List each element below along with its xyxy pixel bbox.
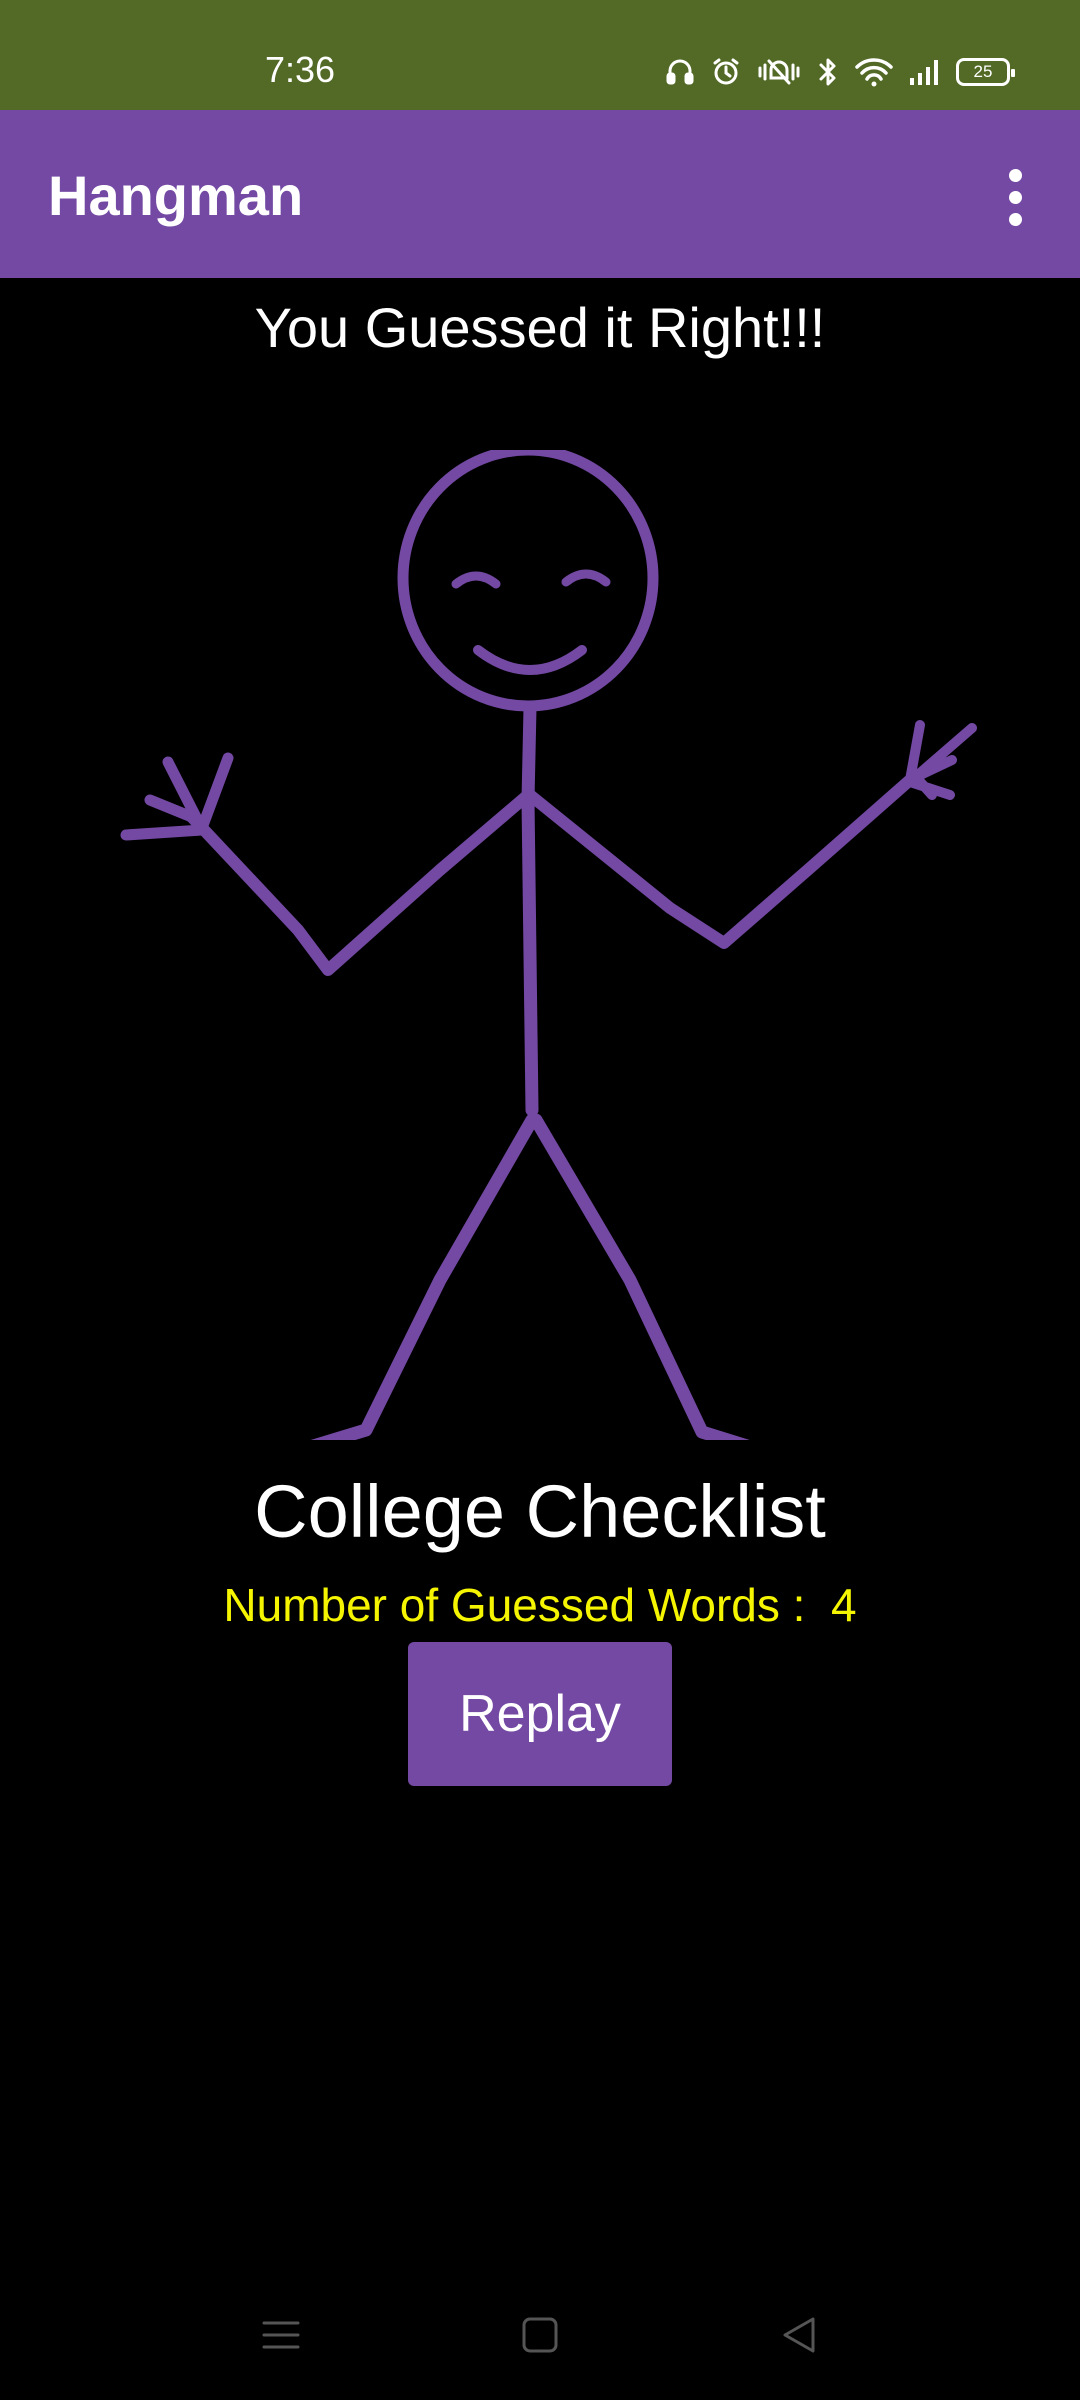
- guessed-words-label: Number of Guessed Words :: [223, 1579, 806, 1631]
- vibrate-off-icon: [756, 56, 802, 88]
- status-bar: 7:36 25: [0, 0, 1080, 110]
- figure-smile: [473, 645, 587, 675]
- battery-level: 25: [973, 62, 993, 81]
- status-icons: 25: [664, 50, 1015, 94]
- more-vert-icon[interactable]: [980, 162, 1050, 232]
- figure-left-arm: [184, 789, 534, 976]
- figure-left-eye: [451, 571, 501, 589]
- status-time: 7:36: [265, 49, 336, 90]
- guessed-words-count: 4: [831, 1579, 857, 1631]
- figure-right-leg: [529, 1113, 750, 1440]
- bluetooth-icon: [816, 56, 840, 88]
- battery-icon: 25: [956, 58, 1015, 86]
- figure-right-arm: [524, 774, 916, 949]
- figure-body: [521, 701, 539, 1117]
- menu-icon[interactable]: [246, 2300, 316, 2370]
- back-icon[interactable]: [764, 2300, 834, 2370]
- happy-stick-figure-illustration: [120, 450, 977, 1440]
- replay-button[interactable]: Replay: [408, 1642, 672, 1786]
- wifi-icon: [854, 56, 894, 88]
- headphones-icon: [664, 56, 696, 88]
- menu-dot: [1008, 190, 1022, 204]
- navigation-bar: [0, 2270, 1080, 2400]
- figure-left-leg: [310, 1113, 539, 1440]
- category-title: College Checklist: [254, 1470, 826, 1553]
- home-icon[interactable]: [505, 2300, 575, 2370]
- result-message: You Guessed it Right!!!: [254, 296, 826, 359]
- figure-right-eye: [561, 569, 611, 587]
- app-title: Hangman: [48, 164, 304, 227]
- menu-dot: [1008, 212, 1022, 226]
- alarm-icon: [710, 56, 742, 88]
- hangman-screen: 7:36 25 Hangman You Guessed it Right!!! …: [0, 0, 1080, 2400]
- app-bar: Hangman: [0, 110, 1080, 278]
- signal-icon: [908, 56, 942, 88]
- menu-dot: [1008, 168, 1022, 182]
- figure-left-hand: [120, 752, 234, 841]
- figure-right-hand: [905, 720, 977, 800]
- guessed-words-row: Number of Guessed Words : 4: [0, 1578, 1080, 1632]
